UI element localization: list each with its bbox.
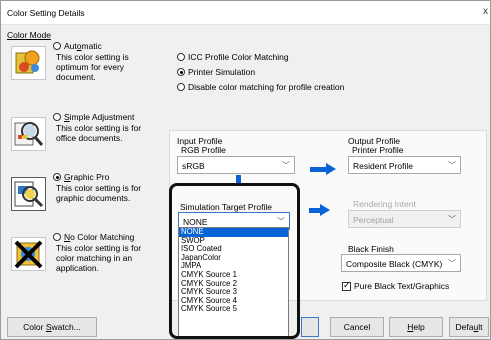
automatic-description: This color setting is optimum for every … (56, 52, 129, 82)
graphic-pro-radio[interactable]: Graphic Pro (53, 172, 109, 182)
arrow-right-icon (326, 163, 336, 175)
graphic-pro-radio-dot[interactable] (53, 173, 61, 181)
arrow-right-small-icon (320, 204, 330, 216)
black-finish-label: Black Finish (348, 244, 394, 254)
help-button[interactable]: Help (389, 317, 443, 337)
black-finish-value: Composite Black (CMYK) (346, 259, 443, 269)
disable-radio-dot[interactable] (177, 83, 185, 91)
icc-radio-dot[interactable] (177, 53, 185, 61)
ok-button[interactable] (301, 317, 319, 337)
automatic-icon (11, 46, 46, 80)
color-mode-group: Color Mode Automatic This color setting … (7, 30, 158, 301)
printer-profile-select[interactable]: Resident Profile ﹀ (348, 156, 461, 174)
chevron-down-icon: ﹀ (282, 161, 290, 170)
mode-automatic[interactable]: Automatic This color setting is optimum … (7, 39, 158, 94)
pure-black-checkbox[interactable]: ✓ Pure Black Text/Graphics (342, 280, 449, 291)
rgb-profile-select[interactable]: sRGB ﹀ (177, 156, 295, 174)
color-swatch-button[interactable]: Color Swatch... (7, 317, 97, 337)
no-color-matching-icon (11, 237, 46, 271)
icc-matching-radio[interactable]: ICC Profile Color Matching (177, 52, 289, 62)
rendering-intent-label: Rendering Intent (353, 199, 416, 209)
no-color-matching-radio-dot[interactable] (53, 233, 61, 241)
close-icon[interactable]: x (483, 6, 488, 17)
simple-adjustment-description: This color setting is for office documen… (56, 123, 142, 143)
mode-simple-adjustment[interactable]: Simple Adjustment This color setting is … (7, 110, 158, 165)
mode-graphic-pro[interactable]: Graphic Pro This color setting is for gr… (7, 170, 158, 225)
chevron-down-icon: ﹀ (448, 259, 456, 268)
disable-matching-radio[interactable]: Disable color matching for profile creat… (177, 82, 344, 92)
rgb-profile-label: RGB Profile (181, 145, 226, 155)
highlight-callout (169, 183, 300, 339)
simple-adjustment-radio-dot[interactable] (53, 113, 61, 121)
cancel-button[interactable]: Cancel (330, 317, 384, 337)
default-button[interactable]: Default (449, 317, 489, 337)
rendering-intent-value: Perceptual (353, 215, 394, 225)
graphic-pro-icon (11, 177, 46, 211)
chevron-down-icon: ﹀ (448, 161, 456, 170)
arrow-right-shaft (310, 167, 327, 172)
simple-adjustment-radio[interactable]: Simple Adjustment (53, 112, 134, 122)
check-icon: ✓ (343, 280, 351, 290)
title-bar: Color Setting Details x (1, 1, 490, 25)
printer-profile-label: Printer Profile (352, 145, 404, 155)
printer-profile-value: Resident Profile (353, 161, 414, 171)
simple-adjustment-icon (11, 117, 46, 151)
black-finish-select[interactable]: Composite Black (CMYK) ﹀ (341, 254, 461, 272)
dialog-title: Color Setting Details (7, 8, 85, 18)
automatic-radio[interactable]: Automatic (53, 41, 102, 51)
mode-no-color-matching[interactable]: No Color Matching This color setting is … (7, 230, 158, 285)
no-color-matching-radio[interactable]: No Color Matching (53, 232, 134, 242)
no-color-matching-description: This color setting is for color matching… (56, 243, 142, 273)
rendering-intent-select[interactable]: Perceptual ﹀ (348, 210, 461, 228)
chevron-down-icon: ﹀ (448, 215, 456, 224)
graphic-pro-description: This color setting is for graphic docume… (56, 183, 142, 203)
automatic-radio-dot[interactable] (53, 42, 61, 50)
color-setting-dialog: Color Setting Details x Color Mode Autom… (0, 0, 491, 340)
printer-simulation-radio-dot[interactable] (177, 68, 185, 76)
printer-simulation-radio[interactable]: Printer Simulation (177, 67, 255, 77)
pure-black-check[interactable]: ✓ (342, 280, 351, 291)
rgb-profile-value: sRGB (182, 161, 205, 171)
